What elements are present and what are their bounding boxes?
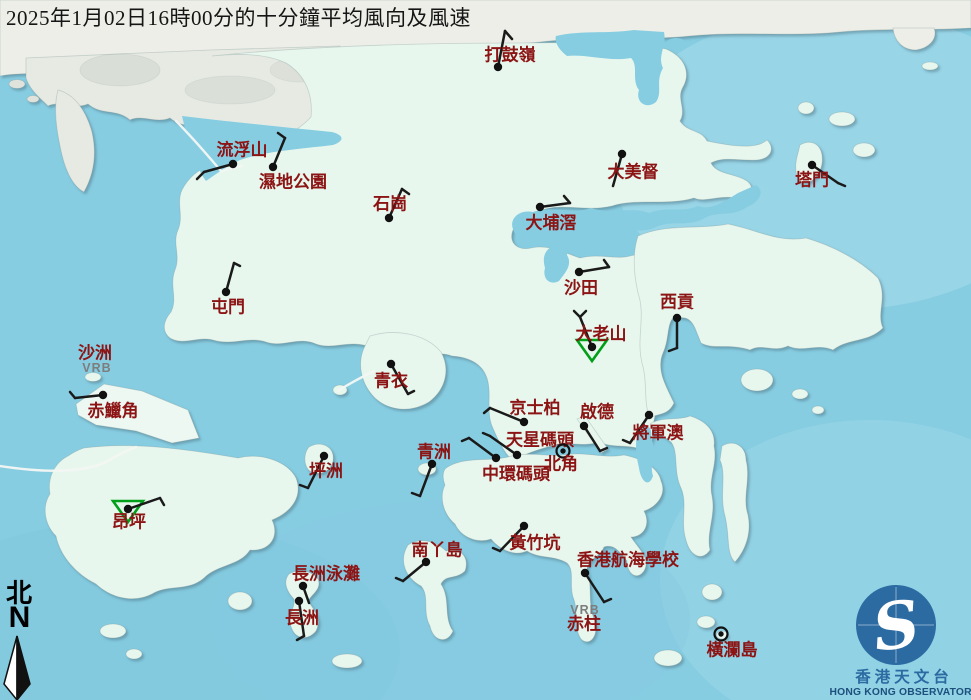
station-dot xyxy=(581,569,589,577)
station-dot xyxy=(222,288,230,296)
station-label: 屯門 xyxy=(211,297,245,317)
station-label: 大美督 xyxy=(608,162,659,182)
station-label: 濕地公園 xyxy=(259,172,327,192)
calm-center-dot xyxy=(560,448,565,453)
station-label: 橫瀾島 xyxy=(707,640,758,660)
station-label: 流浮山 xyxy=(217,140,268,160)
station-label: 長洲泳灘 xyxy=(292,564,360,584)
station-label: 大埔滘 xyxy=(526,213,577,233)
station-dot xyxy=(513,451,521,459)
station-label: 沙洲 xyxy=(78,344,112,363)
station-label: 赤鱲角 xyxy=(88,401,139,421)
islet xyxy=(27,96,39,103)
hko-logo-name-en: HONG KONG OBSERVATORY xyxy=(830,687,971,698)
station-label: 香港航海學校 xyxy=(577,550,680,570)
station-label: 啟德 xyxy=(580,402,614,422)
station-label: 長洲 xyxy=(285,609,319,628)
urban-texture xyxy=(80,54,160,86)
urban-texture xyxy=(185,76,275,104)
station-dot xyxy=(229,160,237,168)
station-dot xyxy=(536,203,544,211)
station-label: 黃竹坑 xyxy=(509,533,561,553)
island-hei-ling-chau xyxy=(228,592,252,610)
station-label: 坪洲 xyxy=(309,462,343,481)
station-dot xyxy=(588,343,596,351)
station-label: 天星碼頭 xyxy=(506,431,575,450)
island-shek-kwu-chau xyxy=(332,654,362,668)
station-label: 北角 xyxy=(544,454,578,474)
island-beaufort xyxy=(697,616,715,628)
station-label: 打鼓嶺 xyxy=(485,45,536,65)
vrb-label: VRB xyxy=(82,361,111,375)
hong-kong-wind-map: S 香港天文台 HONG KONG OBSERVATORY 打鼓嶺流浮山濕地公園… xyxy=(0,0,971,700)
station-label: 青衣 xyxy=(374,371,408,391)
compass: 北 N xyxy=(2,581,36,633)
island-crooked xyxy=(829,112,855,126)
station-label: 南丫島 xyxy=(412,540,463,560)
island-tung-lung xyxy=(702,584,722,600)
station-dot xyxy=(269,163,277,171)
island-kat-o xyxy=(798,102,814,114)
station-label: 西貢 xyxy=(660,293,694,312)
islet xyxy=(9,80,25,89)
hko-logo-name-cjk: 香港天文台 xyxy=(855,667,953,686)
station-label: 沙田 xyxy=(564,279,598,298)
vrb-label: VRB xyxy=(570,603,599,617)
weather-station-sha-chau[interactable]: 沙洲VRB xyxy=(78,344,112,376)
calm-center-dot xyxy=(718,631,723,636)
station-label: 將軍澳 xyxy=(633,423,685,443)
starling-patch xyxy=(666,38,686,50)
island-soko-south xyxy=(126,649,142,659)
islet-ne xyxy=(922,62,938,70)
station-dot xyxy=(387,360,395,368)
island-double xyxy=(853,143,875,157)
station-label: 塔門 xyxy=(795,170,829,190)
station-dot xyxy=(580,422,588,430)
wind-map-screen: S 香港天文台 HONG KONG OBSERVATORY 打鼓嶺流浮山濕地公園… xyxy=(0,0,971,700)
station-dot xyxy=(99,391,107,399)
station-label: 石崗 xyxy=(372,195,407,214)
station-dot xyxy=(808,161,816,169)
island-po-toi xyxy=(654,650,682,666)
station-dot xyxy=(520,522,528,530)
station-dot xyxy=(320,452,328,460)
station-label: 昂坪 xyxy=(112,513,146,532)
island-shelter xyxy=(792,389,808,399)
station-label: 大老山 xyxy=(576,324,627,344)
island-kau-sai-chau xyxy=(741,369,773,391)
map-title: 2025年1月02日16時00分的十分鐘平均風向及風速 xyxy=(6,2,626,32)
station-dot xyxy=(385,214,393,222)
weather-station-stanley[interactable]: 赤柱VRB xyxy=(567,603,601,634)
station-label: 青洲 xyxy=(417,442,451,462)
station-dot xyxy=(575,268,583,276)
island-soko xyxy=(100,624,126,638)
station-dot xyxy=(618,150,626,158)
station-label: 京士柏 xyxy=(510,398,561,418)
station-dot xyxy=(492,454,500,462)
station-dot xyxy=(295,597,303,605)
station-dot xyxy=(673,314,681,322)
station-dot xyxy=(645,411,653,419)
island-jin xyxy=(812,406,824,414)
station-label: 中環碼頭 xyxy=(482,464,551,484)
station-dot xyxy=(520,418,528,426)
